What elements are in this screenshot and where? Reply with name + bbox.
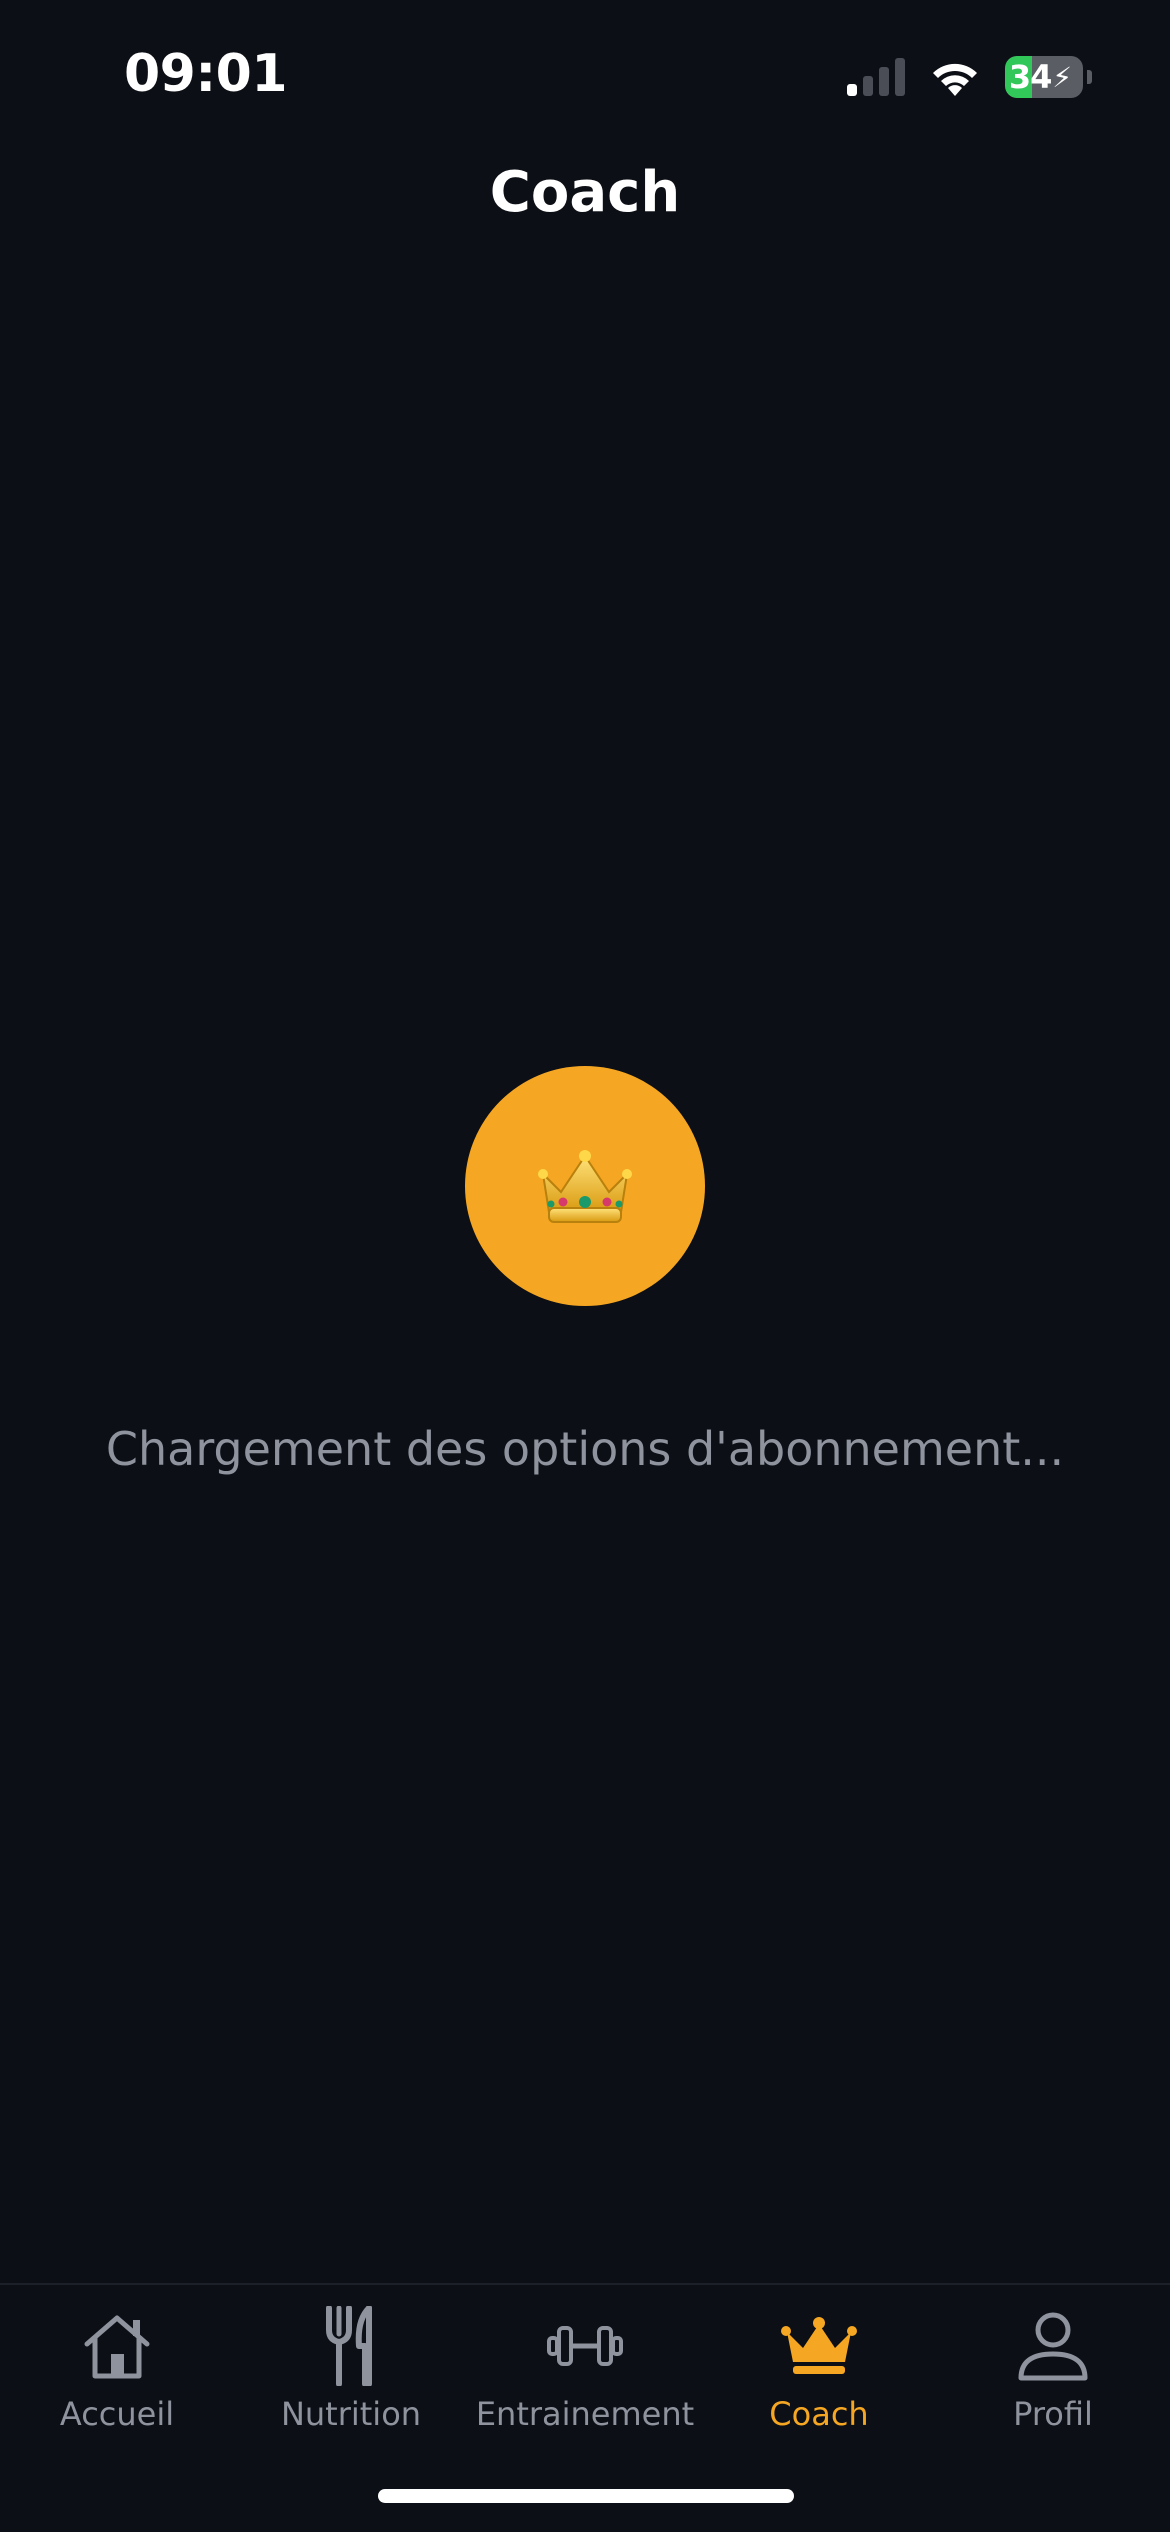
tab-label: Coach [769,2395,869,2433]
tab-label: Accueil [59,2395,175,2433]
wifi-icon [933,63,977,96]
home-icon [84,2315,150,2379]
crown-icon [781,2317,857,2374]
dumbbell-icon [547,2326,623,2366]
charging-bolt-icon: ⚡︎ [1052,60,1072,94]
home-indicator[interactable] [378,2489,794,2503]
status-time: 09:01 [124,44,288,104]
tab-label: Entrainement [475,2395,695,2433]
fork-knife-icon [326,2306,372,2386]
tab-label: Profil [1013,2395,1093,2433]
tab-nutrition[interactable]: Nutrition [234,2301,468,2451]
battery-indicator: 34 ⚡︎ [1005,56,1083,98]
loading-badge [465,1066,705,1306]
battery-level: 34 [1008,58,1053,96]
tab-coach[interactable]: Coach [702,2301,936,2451]
page-title: Coach [489,160,681,225]
tab-profil[interactable]: Profil [936,2301,1170,2451]
person-icon [1018,2312,1088,2381]
cellular-signal-icon [847,58,905,96]
status-bar: 09:01 34 ⚡︎ [0,0,1170,150]
tab-accueil[interactable]: Accueil [0,2301,234,2451]
tab-label: Nutrition [280,2395,422,2433]
crown-icon [538,1150,632,1223]
tab-entrainement[interactable]: Entrainement [468,2301,702,2451]
coach-screen: 09:01 34 ⚡︎ Coach Chargement des options… [0,0,1170,2532]
loading-message: Chargement des options d'abonnement... [105,1422,1065,1476]
battery-cap [1087,70,1092,84]
status-icons: 34 ⚡︎ [847,55,1092,99]
